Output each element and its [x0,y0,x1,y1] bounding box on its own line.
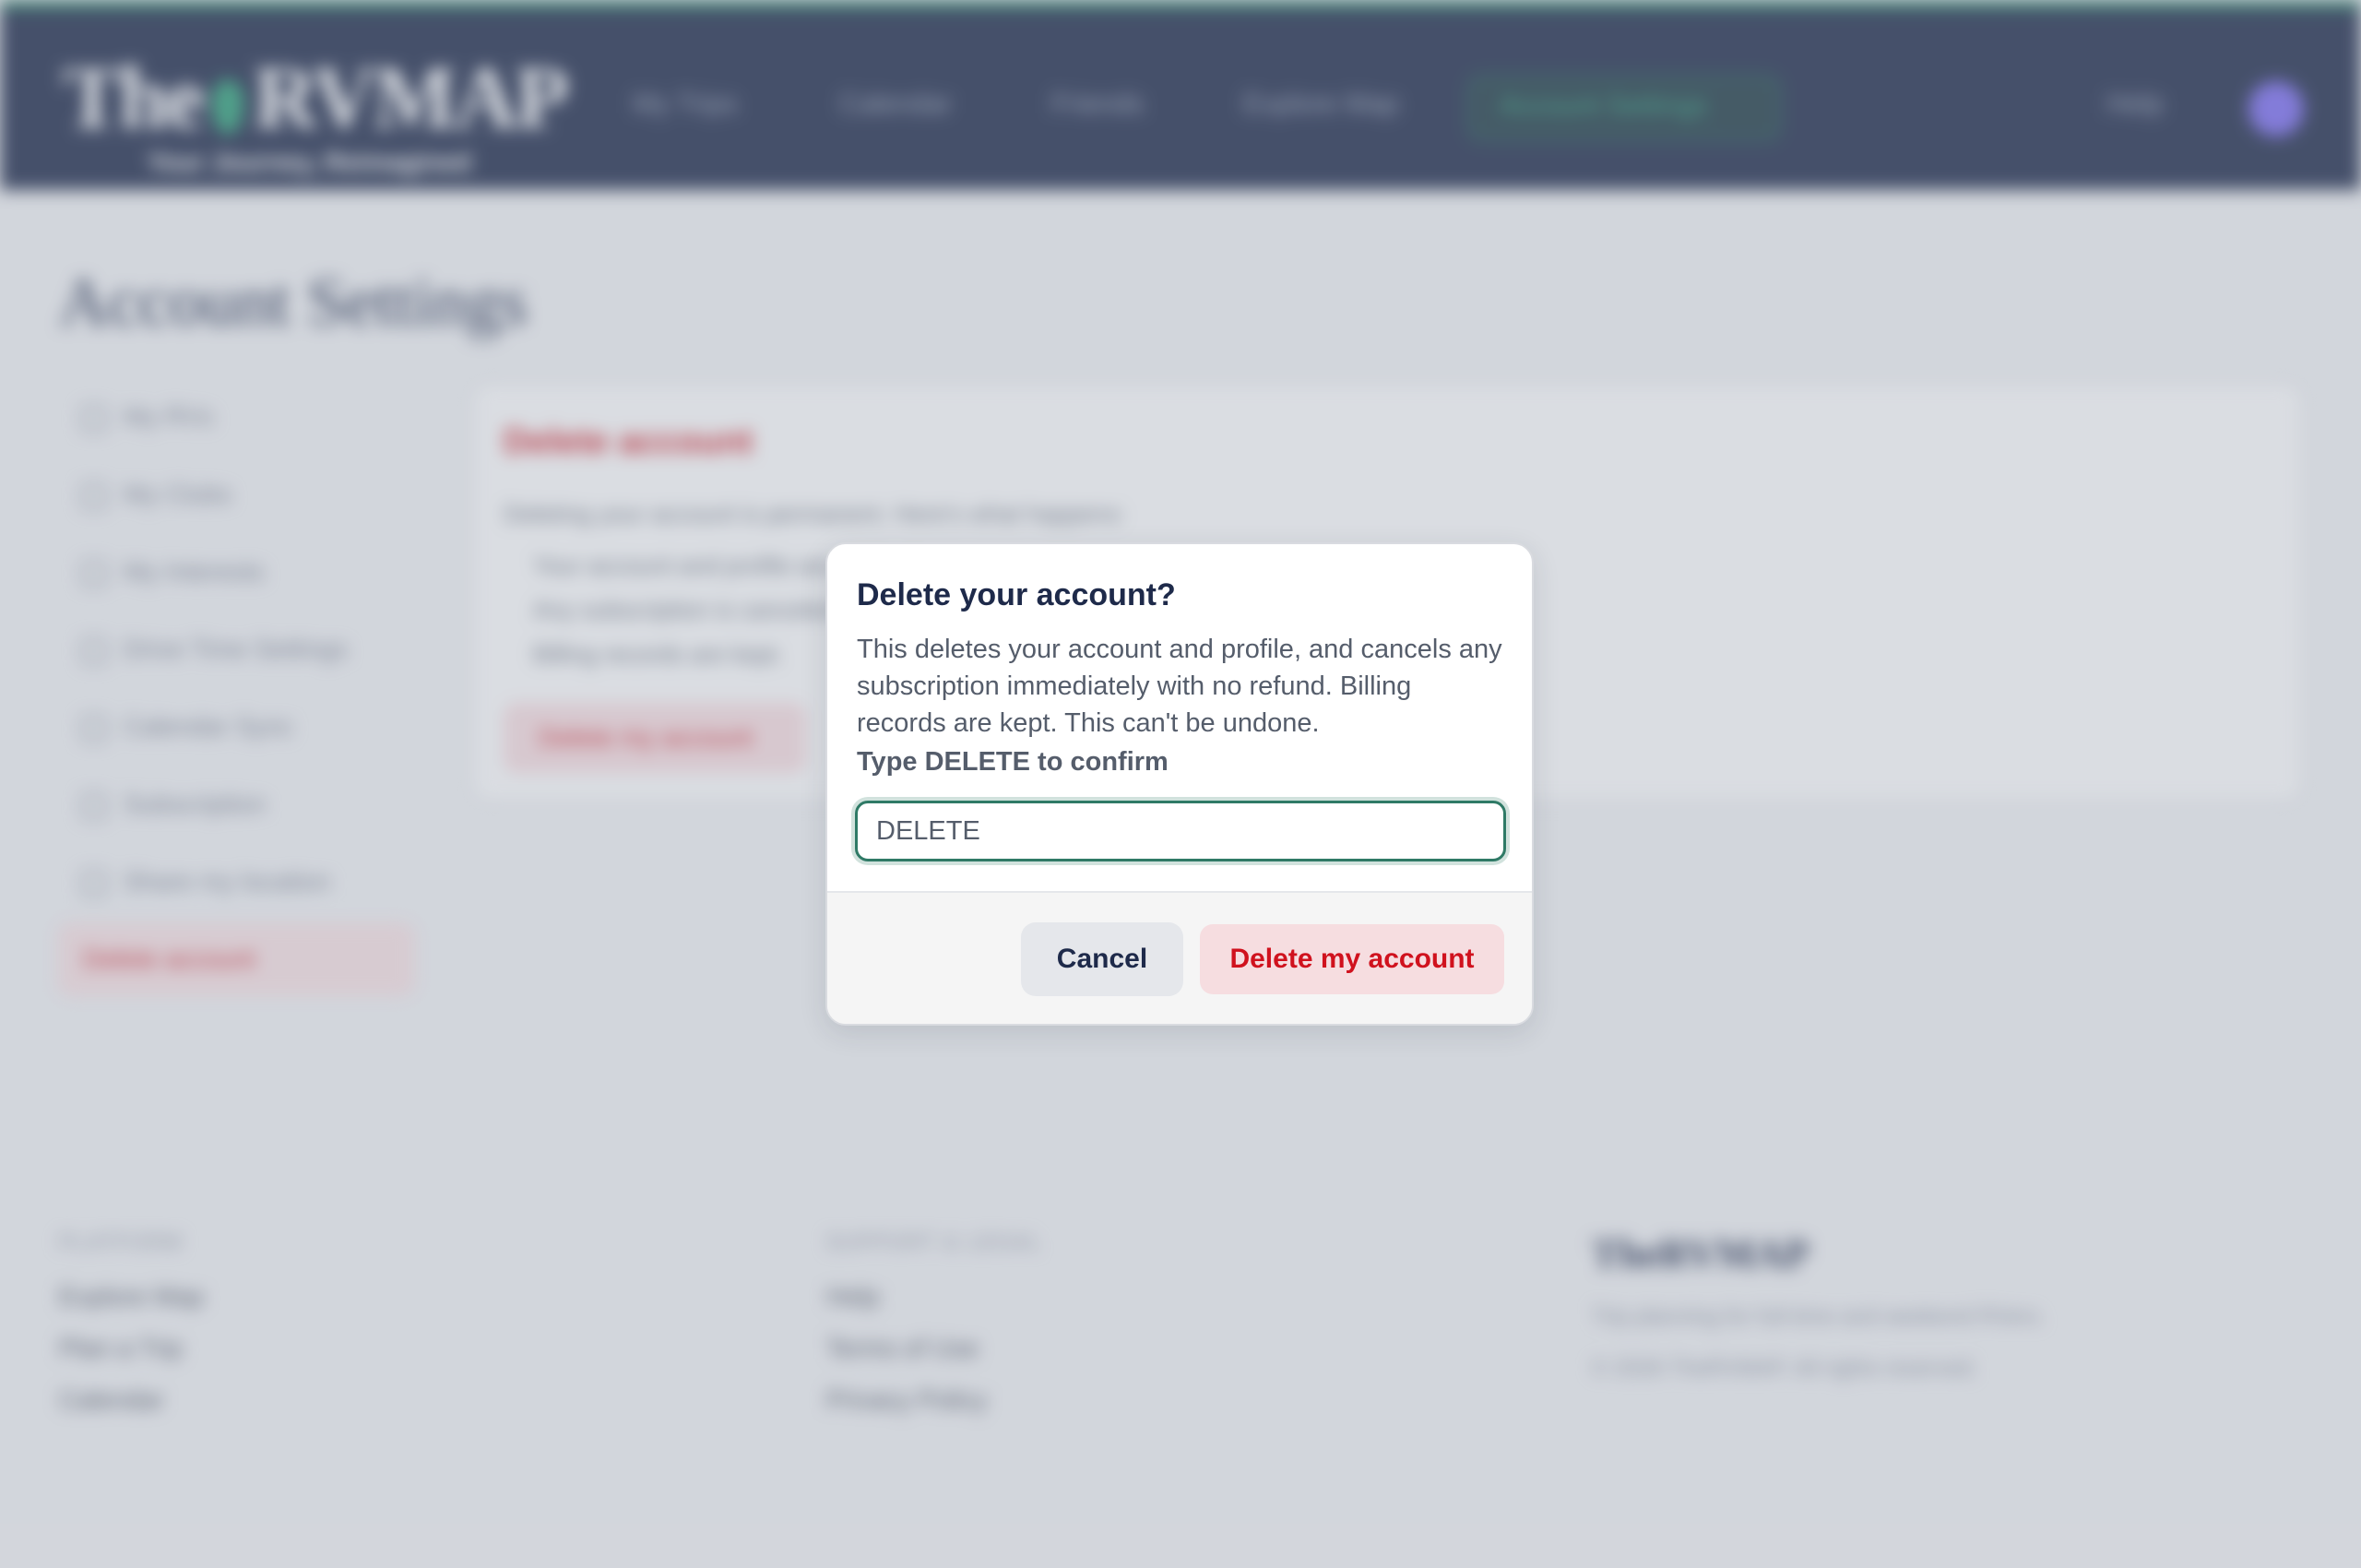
delete-account-dialog: Delete your account? This deletes your a… [825,542,1534,1026]
confirm-delete-input[interactable] [855,801,1506,861]
dialog-footer: Cancel Delete my account [827,891,1532,1024]
dialog-description: This deletes your account and profile, a… [857,635,1502,738]
dialog-title: Delete your account? [857,577,1176,612]
cancel-button[interactable]: Cancel [1021,922,1183,996]
confirm-label: Type DELETE to confirm [857,747,1169,777]
delete-my-account-button[interactable]: Delete my account [1200,924,1504,994]
